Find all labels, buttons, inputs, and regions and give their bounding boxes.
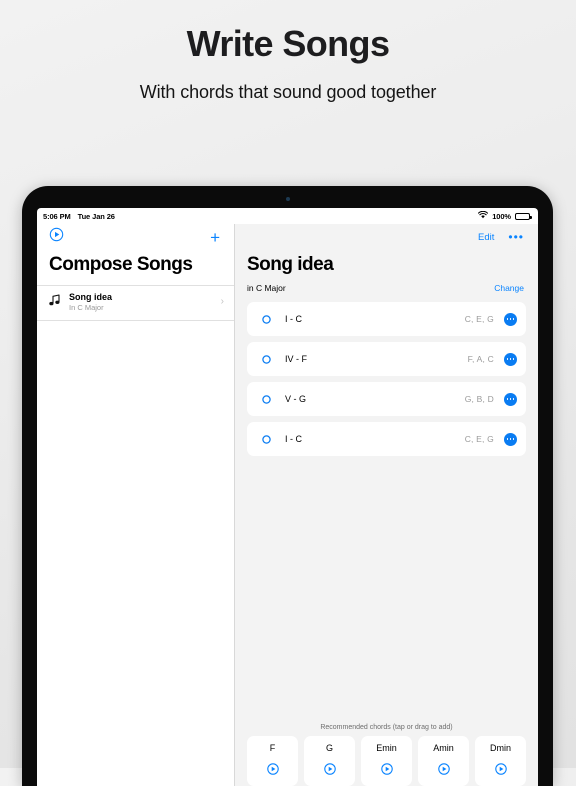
edit-button[interactable]: Edit: [478, 232, 494, 243]
play-circle-icon[interactable]: [49, 227, 64, 247]
chord-more-icon[interactable]: [504, 392, 517, 406]
sidebar-item-sublabel: In C Major: [69, 303, 104, 313]
chord-degree-label: V - G: [285, 394, 307, 404]
table-row[interactable]: IV - F F, A, C: [247, 342, 526, 376]
recommended-chord-label: Dmin: [489, 743, 511, 753]
play-chord-icon[interactable]: [323, 762, 336, 780]
sidebar-toolbar: +: [37, 224, 234, 250]
table-row[interactable]: I - C C, E, G: [247, 302, 526, 336]
recommended-chord-label: G: [325, 743, 333, 753]
play-chord-icon[interactable]: [259, 354, 273, 364]
recommended-chords-label: Recommended chords (tap or drag to add): [320, 724, 453, 731]
device-screen: 5:06 PM Tue Jan 26 100% + Compose Songs …: [37, 208, 538, 786]
sidebar-item-label: Song idea: [69, 292, 113, 302]
sidebar-title: Compose Songs: [49, 254, 193, 275]
status-bar: 5:06 PM Tue Jan 26 100%: [37, 208, 538, 224]
chevron-right-icon: ›: [220, 296, 224, 308]
chord-degree-label: IV - F: [285, 354, 307, 364]
more-options-icon[interactable]: •••: [508, 231, 524, 243]
song-key-label: in C Major: [247, 283, 286, 293]
chord-more-icon[interactable]: [504, 352, 517, 366]
battery-icon: [515, 212, 532, 220]
recommended-chord-label: F: [269, 743, 276, 753]
chord-degree-label: I - C: [285, 434, 302, 444]
list-item[interactable]: F: [247, 736, 298, 786]
recommended-chords-list: F G Emin Amin Dmin: [235, 736, 538, 786]
status-bar-left: 5:06 PM Tue Jan 26: [43, 212, 115, 221]
detail-spacer: [235, 456, 538, 724]
play-chord-icon[interactable]: [259, 394, 273, 404]
sidebar: + Compose Songs Song idea In C Major ›: [37, 224, 235, 786]
wifi-icon: [478, 210, 489, 221]
tablet-device-frame: 5:06 PM Tue Jan 26 100% + Compose Songs …: [22, 186, 553, 786]
detail-title: Song idea: [247, 254, 334, 275]
page-subtitle: With chords that sound good together: [139, 82, 437, 102]
music-note-icon: [49, 293, 60, 311]
promo-header: Write Songs With chords that sound good …: [0, 0, 576, 186]
list-item[interactable]: G: [304, 736, 355, 786]
recommended-chord-label: Amin: [433, 743, 454, 753]
chord-degree-label: I - C: [285, 314, 302, 324]
sidebar-item-texts: Song idea In C Major: [69, 292, 212, 313]
chord-notes-label: C, E, G: [464, 314, 494, 324]
chord-list: I - C C, E, G IV - F F, A, C V - G G, B,…: [235, 302, 538, 456]
play-chord-icon[interactable]: [380, 762, 393, 780]
status-time: 5:06 PM: [43, 211, 71, 221]
detail-pane: Edit ••• Song idea in C Major Change I -…: [235, 224, 538, 786]
table-row[interactable]: V - G G, B, D: [247, 382, 526, 416]
status-date: Tue Jan 26: [77, 211, 115, 221]
list-item[interactable]: Dmin: [475, 736, 526, 786]
table-row[interactable]: I - C C, E, G: [247, 422, 526, 456]
chord-notes-label: G, B, D: [464, 394, 494, 404]
front-camera-icon: [285, 197, 290, 201]
split-view: + Compose Songs Song idea In C Major › E…: [37, 224, 538, 786]
status-bar-right: 100%: [478, 210, 532, 221]
change-key-button[interactable]: Change: [494, 283, 524, 293]
play-chord-icon[interactable]: [437, 762, 450, 780]
chord-notes-label: F, A, C: [467, 354, 494, 364]
sidebar-item-song-idea[interactable]: Song idea In C Major ›: [37, 285, 234, 321]
list-item[interactable]: Amin: [418, 736, 469, 786]
battery-percent: 100%: [492, 211, 511, 221]
chord-more-icon[interactable]: [504, 432, 517, 446]
recommended-chord-label: Emin: [376, 743, 397, 753]
play-chord-icon[interactable]: [259, 314, 273, 324]
play-chord-icon[interactable]: [494, 762, 507, 780]
page-title: Write Songs: [186, 23, 390, 64]
add-song-button[interactable]: +: [210, 229, 220, 246]
chord-more-icon[interactable]: [504, 312, 517, 326]
play-chord-icon[interactable]: [259, 434, 273, 444]
play-chord-icon[interactable]: [266, 762, 279, 780]
detail-toolbar: Edit •••: [235, 224, 538, 250]
list-item[interactable]: Emin: [361, 736, 412, 786]
chord-notes-label: C, E, G: [464, 434, 494, 444]
detail-key-row: in C Major Change: [235, 276, 538, 302]
